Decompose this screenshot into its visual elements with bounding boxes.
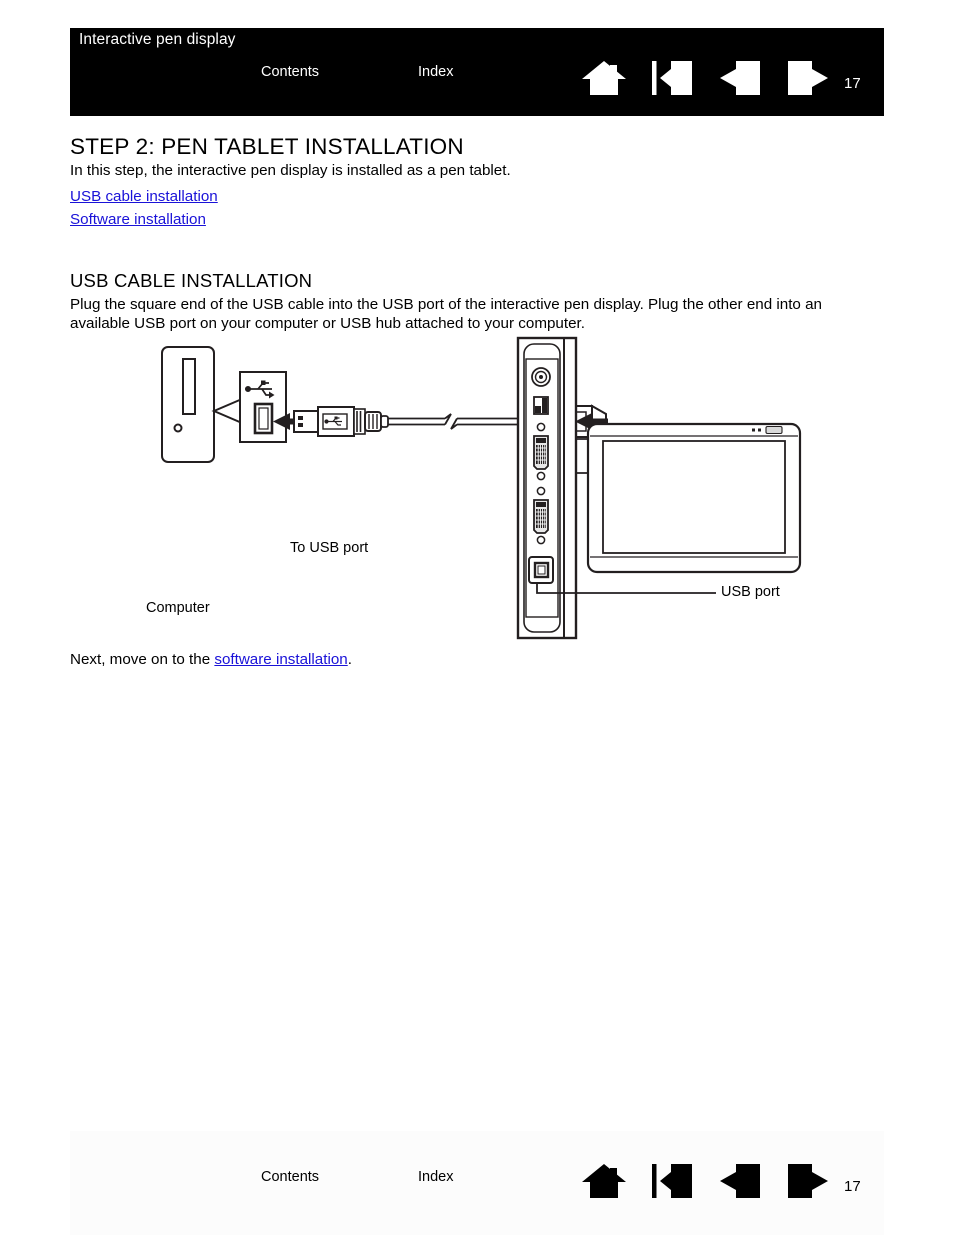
next-step-suffix: . <box>347 651 352 668</box>
page-header: Interactive pen display Contents Index 1… <box>70 28 884 116</box>
go-to-start-icon[interactable] <box>638 56 706 100</box>
step-intro-text: In this step, the interactive pen displa… <box>70 162 511 179</box>
next-step-line: Next, move on to the software installati… <box>70 651 352 668</box>
link-software-installation-inline[interactable]: software installation <box>214 651 347 668</box>
previous-page-icon[interactable] <box>706 56 774 100</box>
diagram-label-usb-port: USB port <box>721 584 780 600</box>
footer-page-number: 17 <box>844 1178 861 1195</box>
diagram-label-to-usb-port: To USB port <box>290 540 369 556</box>
header-index-link[interactable]: Index <box>418 64 453 80</box>
go-to-start-icon[interactable] <box>638 1159 706 1203</box>
section-paragraph: Plug the square end of the USB cable int… <box>70 296 822 332</box>
header-title: Interactive pen display <box>79 31 236 48</box>
diagram-label-computer: Computer <box>146 600 210 616</box>
home-icon[interactable] <box>570 1159 638 1203</box>
header-navigation <box>570 56 842 100</box>
usb-cable-installation-diagram: Computer To USB port USB port <box>130 335 830 645</box>
next-page-icon[interactable] <box>774 1159 842 1203</box>
previous-page-icon[interactable] <box>706 1159 774 1203</box>
footer-index-link[interactable]: Index <box>418 1169 453 1185</box>
home-icon[interactable] <box>570 56 638 100</box>
section-title: USB CABLE INSTALLATION <box>70 270 313 291</box>
link-software-installation[interactable]: Software installation <box>70 211 206 228</box>
footer-contents-link[interactable]: Contents <box>261 1169 319 1185</box>
header-contents-link[interactable]: Contents <box>261 64 319 80</box>
next-step-prefix: Next, move on to the <box>70 651 215 668</box>
header-page-number: 17 <box>844 75 861 92</box>
link-usb-cable-installation[interactable]: USB cable installation <box>70 188 218 205</box>
footer-navigation <box>570 1159 842 1203</box>
next-page-icon[interactable] <box>774 56 842 100</box>
page-title: STEP 2: PEN TABLET INSTALLATION <box>70 134 464 159</box>
